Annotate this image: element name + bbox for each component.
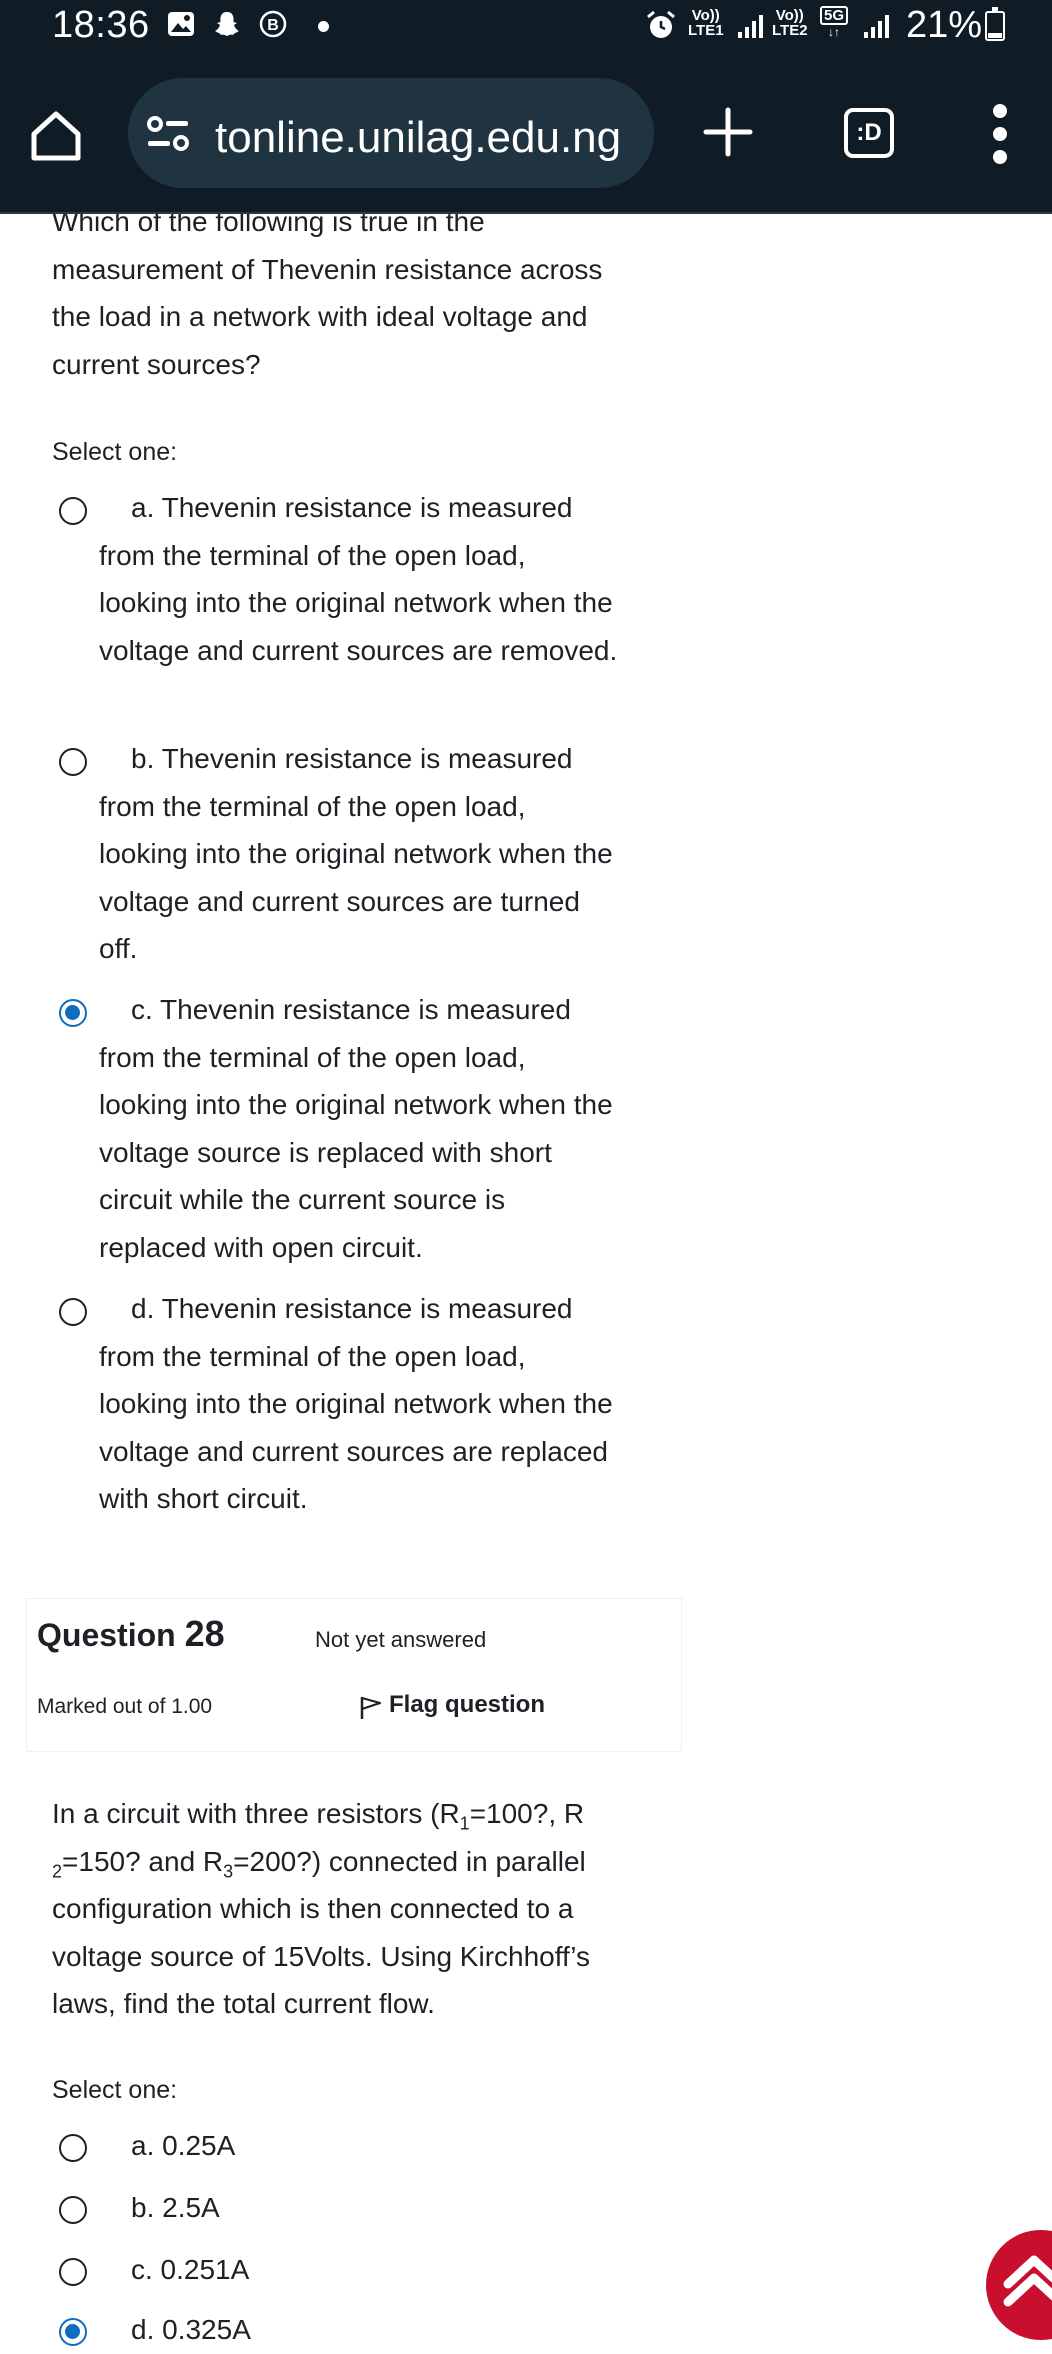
data-arrows-icon: ↓↑ (828, 25, 840, 39)
address-bar[interactable]: tonline.unilag.edu.ng (128, 78, 654, 188)
flag-question-label: Flag question (389, 1691, 545, 1718)
option-b-text[interactable]: b. Thevenin resistance is measured from … (99, 735, 619, 973)
question-27-text: Which of the following is true in the me… (52, 198, 632, 388)
option-a-text[interactable]: a. Thevenin resistance is measured from … (99, 484, 619, 674)
status-time: 18:36 (52, 4, 150, 46)
network-sim: LTE2 (772, 22, 808, 39)
question-grade: Marked out of 1.00 (37, 1695, 213, 1718)
network-type-label: 5G (820, 6, 849, 25)
option-b-text[interactable]: b. 2.5A (99, 2184, 619, 2232)
more-menu-icon[interactable] (985, 104, 1015, 164)
snapchat-icon (215, 12, 239, 36)
question-text-part: =150? and R (62, 1845, 224, 1877)
question-text-line: measurement of Thevenin resistance acros… (52, 253, 603, 285)
select-one-label: Select one: (52, 438, 178, 466)
status-bar: 18:36 B Vo)) LTE1 Vo)) LTE2 5G ↓↑ 21% (0, 0, 1052, 52)
gallery-icon (168, 12, 194, 36)
svg-text:B: B (267, 17, 279, 34)
b-badge-icon: B (259, 10, 287, 38)
battery-percent: 21% (906, 4, 983, 46)
url-text: tonline.unilag.edu.ng (215, 113, 622, 162)
home-icon[interactable] (26, 106, 86, 166)
browser-toolbar: tonline.unilag.edu.ng :D (0, 66, 1052, 206)
chevron-up-icon (1003, 2255, 1052, 2307)
question-28-text: In a circuit with three resistors (R1=10… (52, 1790, 622, 2028)
question-info-box: Question 28 Not yet answered Marked out … (26, 1598, 682, 1752)
radio-option-a[interactable] (59, 497, 87, 525)
alarm-icon (647, 10, 675, 38)
question-text-part: In a circuit with three resistors (R (52, 1798, 460, 1829)
site-settings-icon[interactable] (146, 115, 190, 153)
subscript: 1 (459, 1813, 470, 1834)
new-tab-icon[interactable] (700, 104, 756, 160)
question-number: Question 28 (37, 1613, 225, 1655)
option-c-text[interactable]: c. 0.251A (99, 2246, 619, 2294)
question-text-line: the load in a network with ideal voltage… (52, 301, 588, 332)
option-c-text[interactable]: c. Thevenin resistance is measured from … (99, 986, 619, 1271)
scroll-to-top-button[interactable] (986, 2230, 1052, 2340)
signal-icon (738, 15, 763, 38)
flag-icon (360, 1696, 382, 1719)
question-text-line: current sources? (52, 348, 261, 380)
page-content: Which of the following is true in the me… (0, 0, 1052, 2346)
radio-option-a[interactable] (59, 2134, 87, 2162)
network-sim: LTE1 (688, 22, 724, 39)
option-a-text[interactable]: a. 0.25A (99, 2122, 619, 2170)
battery-icon (985, 7, 1005, 41)
battery-fill (988, 32, 1002, 38)
option-d-text[interactable]: d. Thevenin resistance is measured from … (99, 1285, 619, 1523)
radio-option-d[interactable] (59, 2318, 87, 2346)
question-state: Not yet answered (315, 1627, 487, 1652)
radio-option-b[interactable] (59, 2196, 87, 2224)
radio-option-b[interactable] (59, 748, 87, 776)
network-label: Vo)) LTE2 (772, 8, 808, 38)
network-type: 5G ↓↑ (820, 6, 849, 40)
question-text-part: =100?, R (469, 1798, 585, 1829)
browser-chrome: 18:36 B Vo)) LTE1 Vo)) LTE2 5G ↓↑ 21% to… (0, 0, 1052, 214)
network-label: Vo)) LTE1 (688, 8, 724, 38)
signal-icon (864, 15, 889, 38)
network-volte: Vo)) (691, 7, 720, 24)
select-one-label: Select one: (52, 2076, 178, 2104)
question-label: Question (37, 1617, 176, 1653)
radio-option-d[interactable] (59, 1298, 87, 1326)
network-volte: Vo)) (775, 7, 804, 24)
question-number-value: 28 (184, 1613, 225, 1654)
subscript: 3 (223, 1861, 234, 1882)
tab-switcher-button[interactable]: :D (844, 108, 894, 158)
radio-option-c[interactable] (59, 2258, 87, 2286)
notification-dot (318, 21, 329, 32)
option-d-text[interactable]: d. 0.325A (99, 2306, 619, 2354)
flag-question-link[interactable]: Flag question (359, 1691, 545, 1720)
subscript: 2 (52, 1861, 63, 1882)
radio-option-c[interactable] (59, 999, 87, 1027)
